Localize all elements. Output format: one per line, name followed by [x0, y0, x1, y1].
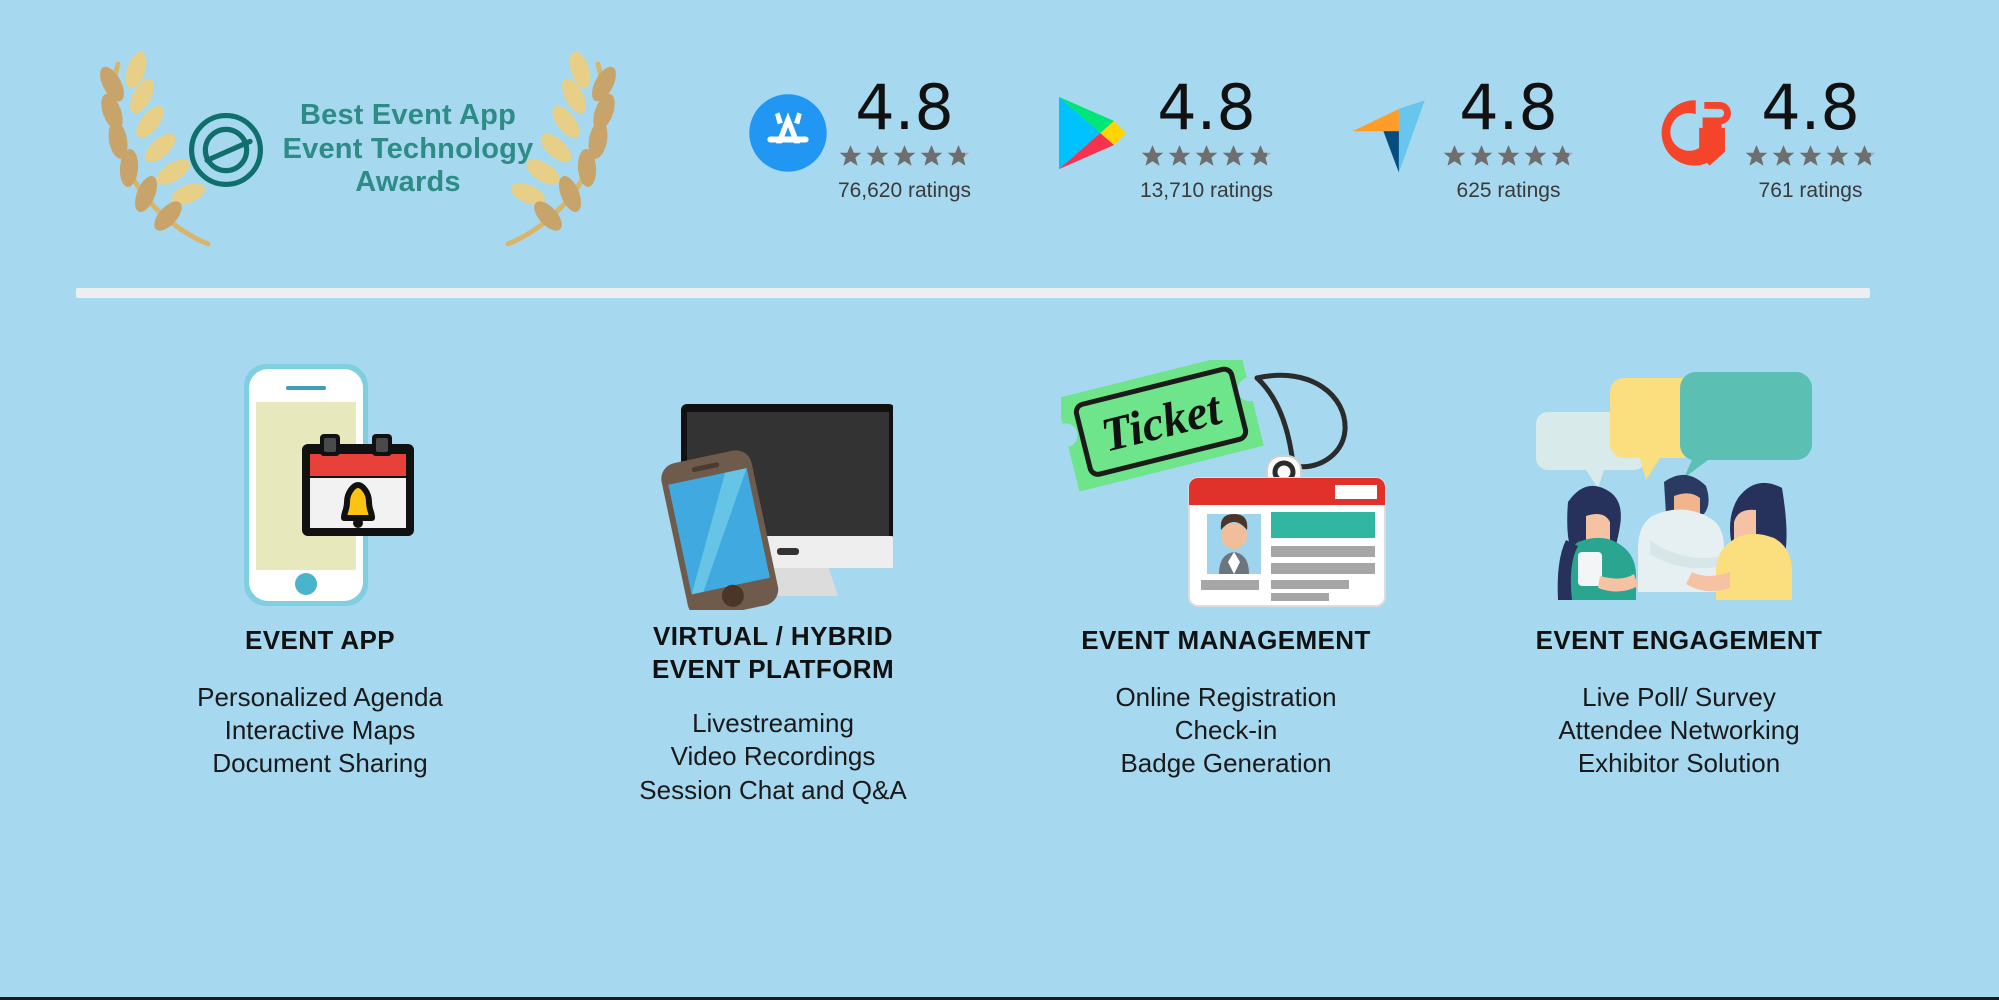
feature-list-item: Badge Generation [1120, 748, 1332, 779]
rating-info: 4.8 625 ratings [1441, 71, 1576, 203]
top-bar: Best Event App Event Technology Awards 4… [0, 0, 1999, 290]
feature-art: Ticket [1011, 360, 1441, 610]
star-icon [1470, 144, 1493, 166]
ticket-id-badge-icon: Ticket [1061, 360, 1386, 607]
star-icon [920, 144, 943, 166]
feature-list: Personalized Agenda Interactive Maps Doc… [197, 681, 443, 781]
star-rating [1139, 143, 1274, 169]
rating-count: 76,620 ratings [837, 178, 972, 202]
feature-list-item: Interactive Maps [224, 714, 416, 745]
rating-info: 4.8 761 ratings [1743, 71, 1878, 203]
feature-list: Live Poll/ Survey Attendee Networking Ex… [1558, 681, 1799, 781]
star-icon-partial [947, 144, 970, 166]
rating-block-google-play: 4.8 13,710 ratings [1047, 71, 1327, 203]
star-icon-partial [1249, 144, 1272, 166]
phone-calendar-notification-icon [244, 364, 414, 606]
feature-title: EVENT MANAGEMENT [1081, 625, 1371, 655]
star-icon-partial [1551, 144, 1574, 166]
star-rating [1743, 143, 1878, 169]
people-speech-bubbles-icon [1536, 372, 1812, 600]
laurel-wreath-left-icon [100, 52, 211, 247]
rating-score: 4.8 [855, 71, 954, 144]
award-badge: Best Event App Event Technology Awards [88, 52, 628, 247]
feature-list-item: Livestreaming [692, 708, 854, 738]
star-rating [1441, 143, 1576, 169]
feature-list-item: Document Sharing [212, 748, 428, 779]
feature-title-line-2: EVENT PLATFORM [652, 653, 894, 684]
rating-score: 4.8 [1157, 71, 1256, 144]
feature-title: EVENT ENGAGEMENT [1535, 625, 1823, 655]
star-icon [893, 144, 916, 166]
laurel-wreath-right-icon [505, 52, 616, 247]
star-icon [1772, 144, 1795, 166]
award-content: Best Event App Event Technology Awards [183, 99, 534, 200]
star-icon [839, 144, 862, 166]
feature-list: Online Registration Check-in Badge Gener… [1115, 681, 1336, 781]
features-row: EVENT APP Personalized Agenda Interactiv… [0, 360, 1999, 807]
rating-info: 4.8 13,710 ratings [1139, 71, 1274, 203]
star-icon [1195, 144, 1218, 166]
star-rating [837, 143, 972, 169]
feature-list: Livestreaming Video Recordings Session C… [639, 707, 906, 807]
rating-score: 4.8 [1761, 71, 1860, 144]
feature-list-item: Live Poll/ Survey [1582, 681, 1776, 712]
rating-score: 4.8 [1459, 71, 1558, 144]
star-icon-partial [1853, 144, 1876, 166]
award-line-2: Event Technology [282, 132, 534, 165]
monitor-smartphone-icon [661, 404, 893, 610]
star-icon [1799, 144, 1822, 166]
g2-icon [1661, 100, 1731, 166]
rating-info: 4.8 76,620 ratings [837, 71, 972, 203]
feature-event-management: Ticket EVENT MANAGEMENT Online Registrat… [1011, 360, 1441, 807]
rating-count: 13,710 ratings [1139, 178, 1274, 202]
rating-block-app-store: 4.8 76,620 ratings [745, 71, 1025, 203]
star-icon [1497, 144, 1520, 166]
feature-art [1464, 360, 1894, 610]
rating-block-capterra: 4.8 625 ratings [1349, 71, 1629, 203]
award-line-1: Best Event App [299, 99, 517, 132]
star-icon [1745, 144, 1768, 166]
star-icon [1443, 144, 1466, 166]
feature-art [105, 360, 535, 610]
star-icon [1222, 144, 1245, 166]
star-icon [1141, 144, 1164, 166]
section-divider [76, 288, 1870, 298]
rating-count: 761 ratings [1758, 178, 1863, 202]
star-icon [1826, 144, 1849, 166]
feature-list-item: Attendee Networking [1558, 714, 1800, 745]
star-icon [1168, 144, 1191, 166]
star-icon [1524, 144, 1547, 166]
feature-virtual-hybrid-platform: VIRTUAL / HYBRID EVENT PLATFORM Livestre… [558, 360, 988, 807]
feature-title: VIRTUAL / HYBRID EVENT PLATFORM [652, 620, 894, 685]
google-play-icon [1059, 96, 1127, 170]
feature-list-item: Online Registration [1115, 681, 1337, 712]
rating-block-g2: 4.8 761 ratings [1651, 71, 1931, 203]
feature-title: EVENT APP [244, 625, 395, 655]
capterra-icon [1352, 100, 1425, 173]
feature-title-line-1: VIRTUAL / HYBRID [653, 621, 893, 651]
feature-list-item: Video Recordings [670, 741, 876, 772]
feature-event-app: EVENT APP Personalized Agenda Interactiv… [105, 360, 535, 807]
star-icon [866, 144, 889, 166]
feature-list-item: Check-in [1174, 714, 1278, 745]
feature-event-engagement: EVENT ENGAGEMENT Live Poll/ Survey Atten… [1464, 360, 1894, 807]
award-title: Best Event App Event Technology Awards [283, 99, 534, 200]
award-line-3: Awards [355, 166, 461, 199]
feature-list-item: Session Chat and Q&A [639, 774, 907, 805]
ratings-row: 4.8 76,620 ratings 4.8 13,710 ratings 4.… [745, 71, 1931, 203]
feature-list-item: Personalized Agenda [197, 681, 443, 712]
app-store-icon [749, 94, 827, 172]
rating-count: 625 ratings [1456, 178, 1561, 202]
feature-list-item: Exhibitor Solution [1577, 748, 1781, 779]
feature-art [558, 360, 988, 610]
